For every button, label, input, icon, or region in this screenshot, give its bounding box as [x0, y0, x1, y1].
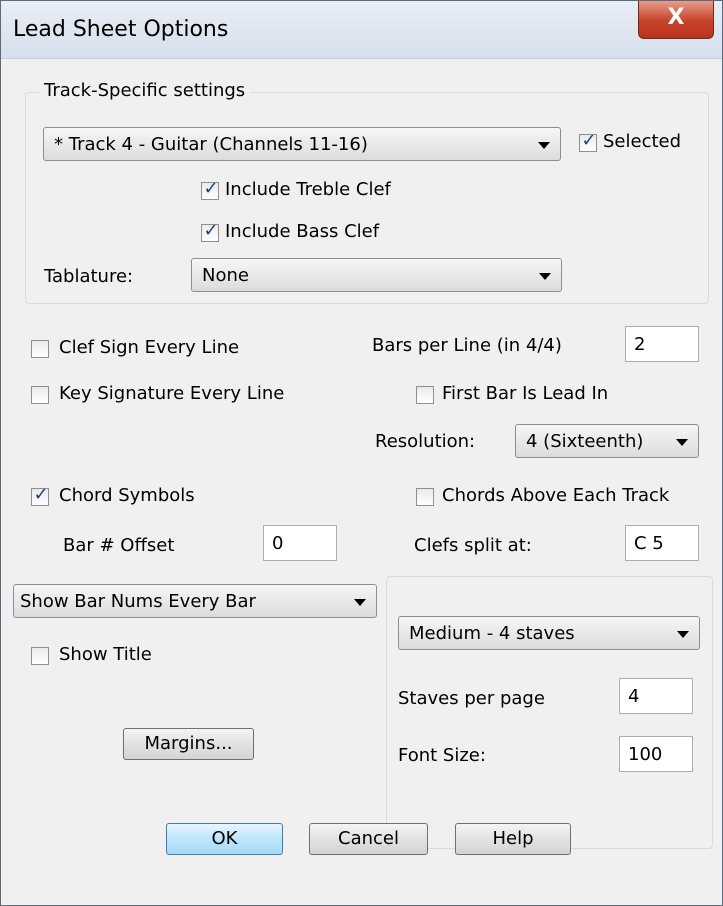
- staves-group: Medium - 4 staves Staves per page 4 Font…: [386, 576, 713, 849]
- dialog-body: Track-Specific settings * Track 4 - Guit…: [9, 59, 713, 897]
- chevron-down-icon: [677, 631, 689, 638]
- checkmark-icon: ✓: [203, 220, 219, 241]
- track-settings-title: Track-Specific settings: [39, 80, 251, 101]
- selected-checkbox[interactable]: ✓: [579, 130, 597, 152]
- staves-per-page-value: 4: [628, 686, 640, 707]
- bar-nums-select[interactable]: Show Bar Nums Every Bar: [13, 584, 377, 618]
- checkmark-icon: ✓: [203, 178, 219, 199]
- clefs-split-input[interactable]: C 5: [625, 525, 699, 561]
- first-bar-checkbox[interactable]: [416, 386, 434, 404]
- margins-button[interactable]: Margins...: [123, 728, 254, 760]
- clef-sign-checkbox[interactable]: [31, 340, 49, 358]
- chords-above-checkbox[interactable]: [416, 488, 434, 506]
- bars-per-line-label: Bars per Line (in 4/4): [372, 335, 562, 356]
- clefs-split-label: Clefs split at:: [414, 535, 532, 556]
- dialog-window: Lead Sheet Options X Track-Specific sett…: [0, 0, 723, 906]
- bar-nums-value: Show Bar Nums Every Bar: [20, 591, 256, 612]
- track-select-value: * Track 4 - Guitar (Channels 11-16): [54, 134, 368, 155]
- font-size-value: 100: [628, 744, 663, 765]
- bars-per-line-input[interactable]: 2: [625, 326, 699, 362]
- show-title-checkbox[interactable]: [31, 647, 49, 665]
- track-select[interactable]: * Track 4 - Guitar (Channels 11-16): [43, 127, 561, 161]
- font-size-label: Font Size:: [398, 745, 486, 766]
- tablature-select[interactable]: None: [191, 258, 562, 292]
- checkmark-icon: ✓: [33, 484, 49, 505]
- include-bass-checkbox[interactable]: ✓: [201, 220, 219, 242]
- close-button[interactable]: X: [638, 1, 714, 39]
- tablature-value: None: [202, 265, 249, 286]
- include-bass-label[interactable]: Include Bass Clef: [225, 221, 379, 242]
- checkmark-icon: ✓: [581, 130, 597, 151]
- chevron-down-icon: [538, 142, 550, 149]
- key-sig-label[interactable]: Key Signature Every Line: [59, 383, 284, 404]
- show-title-label[interactable]: Show Title: [59, 644, 152, 665]
- resolution-value: 4 (Sixteenth): [526, 431, 644, 452]
- clef-sign-label[interactable]: Clef Sign Every Line: [59, 337, 239, 358]
- chords-above-label[interactable]: Chords Above Each Track: [442, 485, 669, 506]
- staves-per-page-input[interactable]: 4: [619, 678, 693, 714]
- bar-offset-value: 0: [272, 533, 284, 554]
- chevron-down-icon: [354, 599, 366, 606]
- bar-offset-label: Bar # Offset: [63, 535, 175, 556]
- resolution-select[interactable]: 4 (Sixteenth): [515, 424, 699, 458]
- staves-per-page-label: Staves per page: [398, 688, 545, 709]
- track-settings-group: Track-Specific settings * Track 4 - Guit…: [25, 80, 709, 304]
- chevron-down-icon: [539, 273, 551, 280]
- selected-label[interactable]: Selected: [603, 131, 681, 152]
- window-title: Lead Sheet Options: [13, 17, 229, 42]
- include-treble-checkbox[interactable]: ✓: [201, 178, 219, 200]
- bars-per-line-value: 2: [634, 334, 646, 355]
- chord-symbols-checkbox[interactable]: ✓: [31, 484, 49, 506]
- chevron-down-icon: [676, 439, 688, 446]
- help-button[interactable]: Help: [455, 823, 571, 855]
- clefs-split-value: C 5: [634, 533, 664, 554]
- include-treble-label[interactable]: Include Treble Clef: [225, 179, 391, 200]
- staves-value: Medium - 4 staves: [409, 623, 575, 644]
- chord-symbols-label[interactable]: Chord Symbols: [59, 485, 195, 506]
- first-bar-label[interactable]: First Bar Is Lead In: [442, 383, 608, 404]
- resolution-label: Resolution:: [375, 431, 476, 452]
- ok-button[interactable]: OK: [166, 823, 283, 855]
- cancel-button[interactable]: Cancel: [309, 823, 428, 855]
- tablature-label: Tablature:: [44, 266, 134, 287]
- bar-offset-input[interactable]: 0: [263, 525, 337, 561]
- title-bar[interactable]: Lead Sheet Options X: [1, 1, 722, 59]
- font-size-input[interactable]: 100: [619, 736, 693, 772]
- staves-select[interactable]: Medium - 4 staves: [398, 616, 700, 650]
- key-sig-checkbox[interactable]: [31, 386, 49, 404]
